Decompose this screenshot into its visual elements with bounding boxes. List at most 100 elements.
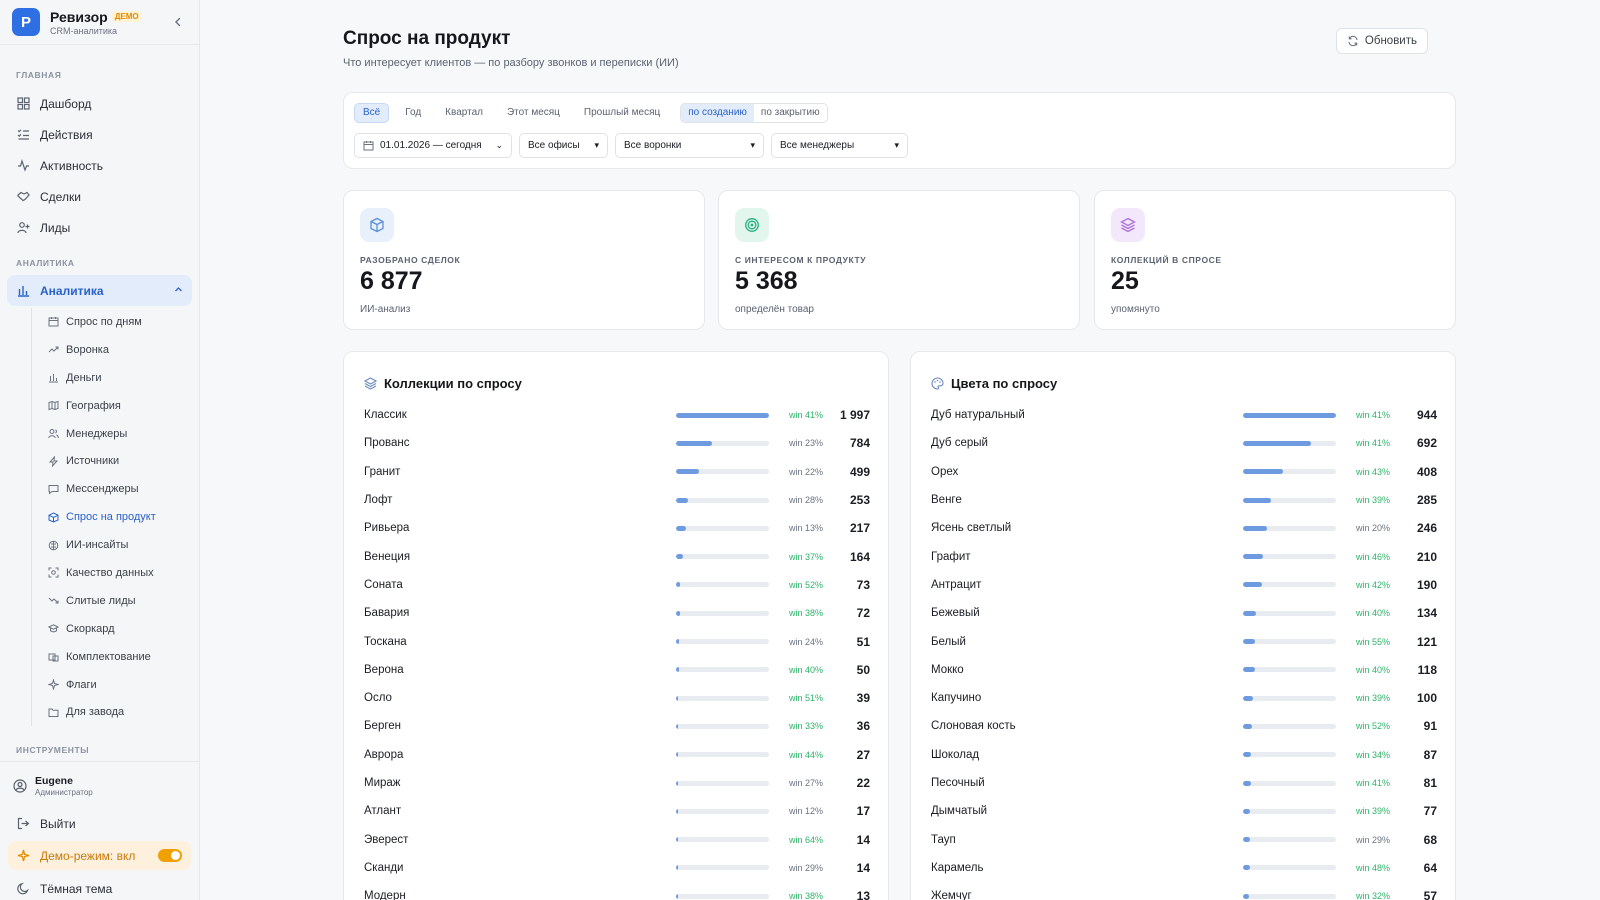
list-item[interactable]: Эверест win 64% 14 [364,825,870,853]
demo-mode-switch[interactable] [158,849,182,863]
list-item[interactable]: Дуб натуральный win 41% 944 [931,401,1437,429]
dark-theme-button[interactable]: Тёмная тема [0,873,199,900]
list-item[interactable]: Венеция win 37% 164 [364,542,870,570]
sub-item-factory[interactable]: Для завода [32,698,199,726]
mode-by-creation[interactable]: по созданию [681,104,754,122]
list-item[interactable]: Жемчуг win 32% 57 [931,882,1437,900]
layers-icon [1111,208,1145,242]
nav-item-leads[interactable]: Лиды [0,212,199,243]
nav-item-dashboard[interactable]: Дашборд [0,88,199,119]
list-item[interactable]: Берген win 33% 36 [364,712,870,740]
nav-item-activity[interactable]: Активность [0,150,199,181]
list-item[interactable]: Песочный win 41% 81 [931,769,1437,797]
list-item[interactable]: Бавария win 38% 72 [364,599,870,627]
list-item[interactable]: Белый win 55% 121 [931,627,1437,655]
list-item[interactable]: Карамель win 48% 64 [931,854,1437,882]
nav-item-actions[interactable]: Действия [0,119,199,150]
list-item[interactable]: Сканди win 29% 14 [364,854,870,882]
period-tab-year[interactable]: Год [397,103,429,123]
list-item[interactable]: Дымчатый win 39% 77 [931,797,1437,825]
list-item[interactable]: Мираж win 27% 22 [364,769,870,797]
period-tab-quarter[interactable]: Квартал [437,103,491,123]
handshake-icon [16,190,30,204]
list-item[interactable]: Тоскана win 24% 51 [364,627,870,655]
refresh-button[interactable]: Обновить [1335,28,1428,54]
sub-item-managers[interactable]: Менеджеры [32,420,199,448]
item-name: Графит [931,550,971,563]
period-tab-last-month[interactable]: Прошлый месяц [576,103,668,123]
demand-bar-fill [1243,723,1253,729]
list-item[interactable]: Дуб серый win 41% 692 [931,429,1437,457]
list-item[interactable]: Слоновая кость win 52% 91 [931,712,1437,740]
list-item[interactable]: Соната win 52% 73 [364,571,870,599]
sub-item-scorecard[interactable]: Скоркард [32,615,199,643]
list-item[interactable]: Венге win 39% 285 [931,486,1437,514]
item-count: 22 [856,776,870,790]
win-rate: win 43% [1355,466,1390,477]
sub-item-product-demand[interactable]: Спрос на продукт [32,503,199,531]
demand-bar [1243,469,1336,475]
list-item[interactable]: Атлант win 12% 17 [364,797,870,825]
win-rate: win 41% [1355,438,1390,449]
list-item[interactable]: Антрацит win 42% 190 [931,571,1437,599]
sub-item-messengers[interactable]: Мессенджеры [32,475,199,503]
list-item[interactable]: Бежевый win 40% 134 [931,599,1437,627]
sub-item-sources[interactable]: Источники [32,447,199,475]
sub-item-funnel[interactable]: Воронка [32,336,199,364]
item-name: Атлант [364,805,402,818]
list-item[interactable]: Шоколад win 34% 87 [931,741,1437,769]
kpi-note: ИИ-анализ [360,304,411,315]
list-item[interactable]: Верона win 40% 50 [364,656,870,684]
win-rate: win 33% [788,721,823,732]
list-item[interactable]: Классик win 41% 1 997 [364,401,870,429]
collapse-sidebar-button[interactable] [169,13,187,31]
nav-item-deals[interactable]: Сделки [0,181,199,212]
demo-mode-toggle-row[interactable]: Демо-режим: вкл [8,841,191,871]
period-tab-all[interactable]: Всё [354,103,390,123]
list-item[interactable]: Капучино win 39% 100 [931,684,1437,712]
chat-icon [48,484,59,495]
list-item[interactable]: Гранит win 22% 499 [364,458,870,486]
list-item[interactable]: Прованс win 23% 784 [364,429,870,457]
list-item[interactable]: Тауп win 29% 68 [931,825,1437,853]
sub-item-money[interactable]: Деньги [32,364,199,392]
sub-item-ai-insights[interactable]: ИИ-инсайты [32,531,199,559]
sub-item-geography[interactable]: География [32,392,199,420]
sub-item-assembly[interactable]: Комплектование [32,643,199,671]
win-rate: win 44% [788,749,823,760]
sub-item-lost-leads[interactable]: Слитые лиды [32,587,199,615]
sub-item-label: Флаги [66,678,97,691]
list-item[interactable]: Осло win 51% 39 [364,684,870,712]
kpi-label: КОЛЛЕКЦИЙ В СПРОСЕ [1111,255,1222,265]
section-label-tools: ИНСТРУМЕНТЫ [16,745,90,756]
logout-button[interactable]: Выйти [0,808,199,839]
user-profile[interactable]: Eugene Администратор [0,767,199,805]
nav-item-label: Сделки [40,189,81,204]
sub-item-flags[interactable]: Флаги [32,671,199,699]
list-item[interactable]: Орех win 43% 408 [931,458,1437,486]
win-rate: win 28% [788,495,823,506]
list-item[interactable]: Ясень светлый win 20% 246 [931,514,1437,542]
item-count: 50 [856,662,870,677]
win-rate: win 27% [788,778,823,788]
manager-select[interactable]: Все менеджеры ▾ [771,133,908,158]
list-item[interactable]: Модерн win 38% 13 [364,882,870,900]
office-select[interactable]: Все офисы ▾ [519,133,608,158]
date-range-picker[interactable]: 01.01.2026 — сегодня ⌄ [354,133,512,158]
sub-item-data-quality[interactable]: Качество данных [32,559,199,587]
demand-bar [676,610,769,616]
sub-item-demand-by-day[interactable]: Спрос по дням [32,308,199,336]
list-item[interactable]: Аврора win 44% 27 [364,741,870,769]
list-item[interactable]: Лофт win 28% 253 [364,486,870,514]
nav-item-analytics[interactable]: Аналитика [7,275,192,306]
list-item[interactable]: Графит win 46% 210 [931,542,1437,570]
win-rate: win 64% [788,834,823,845]
funnel-select[interactable]: Все воронки ▾ [615,133,764,158]
list-item[interactable]: Ривьера win 13% 217 [364,514,870,542]
mode-by-closing[interactable]: по закрытию [754,104,827,122]
period-tab-this-month[interactable]: Этот месяц [499,103,568,123]
item-count: 39 [856,691,870,706]
palette-icon [931,377,944,390]
list-item[interactable]: Мокко win 40% 118 [931,656,1437,684]
demand-bar-fill [676,610,680,616]
